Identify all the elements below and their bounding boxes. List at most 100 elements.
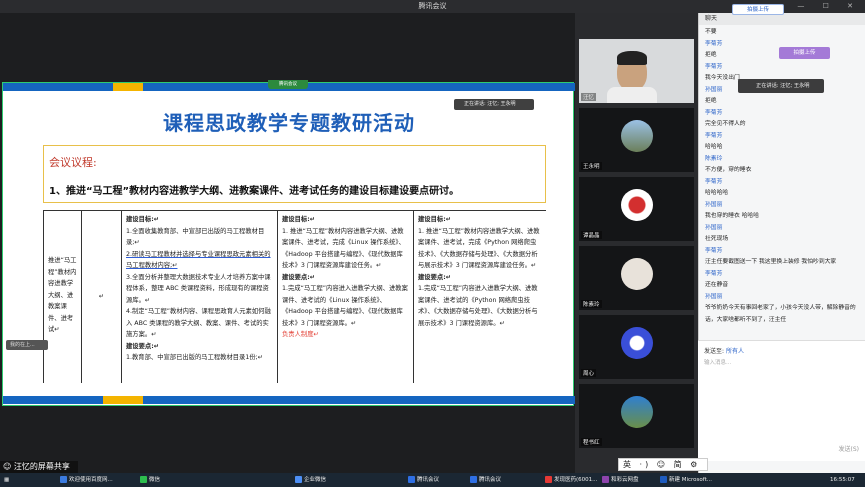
participant-name: 程书红	[581, 438, 602, 446]
chat-compose: 发送至: 所有人 输入消息... 发送(S)	[698, 340, 865, 461]
taskbar-item[interactable]: 微信	[140, 473, 160, 487]
taskbar-item[interactable]: 企业微信	[295, 473, 326, 487]
stage2-owner: 负责人制度↵	[282, 331, 319, 338]
word-icon	[660, 476, 667, 483]
chat-message: 社死现场	[705, 236, 729, 242]
slide-stripe-blue-2	[143, 83, 575, 91]
video-tile[interactable]: 汪忆	[579, 39, 694, 103]
video-tile[interactable]: 王永明	[579, 108, 694, 172]
send-to-value[interactable]: 所有人	[726, 348, 744, 355]
chat-sender: 李菊芳	[705, 178, 723, 185]
chat-message: 不方便，穿的睡衣	[705, 167, 752, 173]
chat-input[interactable]: 输入消息...	[704, 358, 731, 366]
share-label-text: 汪忆的屏幕共享	[13, 462, 70, 471]
video-tile[interactable]: 陈素玲	[579, 246, 694, 310]
chat-sender: 李菊芳	[705, 270, 723, 277]
participant-shirt	[607, 87, 657, 103]
browser-icon	[60, 476, 67, 483]
taskbar-item-label: 企业微信	[304, 477, 327, 483]
avatar	[621, 258, 653, 290]
taskbar-item[interactable]: 和彩云网盘	[602, 473, 639, 487]
participant-hair	[617, 51, 647, 65]
chat-sender: 李菊芳	[705, 109, 723, 116]
stage2-points-heading: 建设要点:↵	[282, 273, 315, 281]
chat-message: 爷爷奶奶今天有事回老家了，小孩今天没人带，解除静音的话，大家啥都听不到了，汪主任	[705, 305, 856, 323]
window-controls[interactable]: — ☐ ✕	[797, 0, 861, 13]
taskbar-item[interactable]: 欢迎使用百度网...	[60, 473, 113, 487]
chat-message: 哈哈哈	[705, 144, 723, 150]
participant-name: 谭晶晶	[581, 231, 602, 239]
stage1-point-1: 1.教育部、中宣部已出版的马工程教材目录1份;↵	[126, 354, 264, 361]
chat-message: 还在静音	[705, 282, 729, 288]
send-to-row[interactable]: 发送至: 所有人	[704, 346, 744, 355]
stage1-goal-2: 2.研读马工程教材并选择与专业课程思政元素相关的马工程教材内容;↵	[126, 250, 271, 270]
chat-sender: 李菊芳	[705, 132, 723, 139]
taskbar-item-label: 腾讯会议	[479, 477, 502, 483]
meeting-icon	[408, 476, 415, 483]
upload-button[interactable]: 拍摄上传	[779, 47, 830, 59]
start-button[interactable]: ▦	[4, 473, 9, 487]
chat-sender: 孙国丽	[705, 224, 723, 231]
slide-stripe-blue	[3, 83, 113, 91]
plan-table: 推进“马工程”教材内容进教学大纲、进教案课件、进考试↵ ↵ 建设目标:↵ 1.全…	[43, 210, 546, 383]
video-tile[interactable]: 程书红	[579, 384, 694, 448]
taskbar-item[interactable]: 新建 Microsoft...	[660, 473, 712, 487]
meeting-float-tab[interactable]: 腾讯会议	[268, 80, 308, 89]
table-cell-topic: 推进“马工程”教材内容进教学大纲、进教案课件、进考试↵	[43, 211, 81, 383]
taskbar-item-label: 新建 Microsoft...	[669, 477, 713, 483]
slide-bottom-stripe-yellow	[103, 396, 143, 404]
taskbar-item[interactable]: 腾讯会议	[408, 473, 439, 487]
chat-sender: 孙国丽	[705, 293, 723, 300]
speaking-tooltip: 正在讲话: 汪忆; 王永明	[738, 79, 824, 93]
chat-sender: 陈素玲	[705, 155, 723, 162]
table-cell-stage3: 建设目标:↵ 1. 推进“马工程”教材内容进教学大纲、进教案课件、进考试，完成《…	[413, 211, 546, 383]
chat-message: 完全见不得人的	[705, 121, 746, 127]
slide-bottom-stripe-blue	[3, 396, 103, 404]
slide-title: 课程思政教学专题教研活动	[163, 111, 415, 135]
slide-bottom-stripe-blue-2	[143, 396, 575, 404]
person-icon: ☺	[3, 462, 14, 471]
participant-name: 汪忆	[581, 93, 597, 101]
send-button[interactable]: 发送(S)	[839, 444, 860, 453]
avatar	[621, 396, 653, 428]
taskbar-item-label: 发现医药(6001...	[554, 477, 598, 483]
chat-message-list[interactable]: 不要 李菊芳 拒绝 李菊芳 我今天没出门 孙国丽 拒绝 李菊芳 完全见不得人的 李菊芳 哈哈哈 陈素玲…	[699, 27, 859, 345]
video-tile[interactable]: 周心	[579, 315, 694, 379]
toolbar-strip	[0, 13, 575, 27]
upload-button-top[interactable]: 拍摄上传	[732, 4, 784, 15]
speaking-indicator: 正在讲话: 汪忆; 王永明	[454, 99, 534, 110]
chat-title: 聊天	[705, 15, 718, 22]
taskbar: ▦ 欢迎使用百度网... 微信 企业微信 腾讯会议 腾讯会议 发现医药(6001…	[0, 473, 865, 487]
participant-name: 周心	[581, 369, 597, 377]
stage3-point-1: 1.完成“马工程”内容进入进教学大纲、进教案课件、进考试的《Python 网络爬…	[418, 285, 538, 327]
shared-slide: 课程思政教学专题教研活动 会议议程: 1、推进“马工程”教材内容进教学大纲、进教…	[2, 82, 575, 406]
video-tile[interactable]: 谭晶晶	[579, 177, 694, 241]
stage3-goal-1: 1. 推进“马工程”教材内容进教学大纲、进教案课件、进考试，完成《Python …	[418, 227, 540, 270]
taskbar-item[interactable]: 发现医药(6001...	[545, 473, 597, 487]
table-cell-stage1: 建设目标:↵ 1.全面收集教育部、中宣部已出版的马工程教材目录;↵ 2.研读马工…	[121, 211, 277, 383]
avatar	[621, 327, 653, 359]
taskbar-item-label: 微信	[149, 477, 161, 483]
chat-message: 哈哈哈哈	[705, 190, 729, 196]
avatar	[621, 189, 653, 221]
stage1-goal-heading: 建设目标:↵	[126, 216, 159, 223]
cloud-icon	[602, 476, 609, 483]
stage3-goal-heading: 建设目标:↵	[418, 216, 451, 223]
mini-status-pill[interactable]: 我的在上...	[6, 340, 48, 350]
screen-share-label: ☺ 汪忆的屏幕共享	[0, 461, 78, 473]
stage2-goal-heading: 建设目标:↵	[282, 216, 315, 223]
taskbar-clock[interactable]: 16:55:07	[830, 473, 855, 487]
ime-toolbar[interactable]: 英 ·) ☺ 简 ⚙	[618, 458, 708, 471]
stage1-goal-4: 4.制定“马工程”教材内容、课程思政育人元素如何融入 ABC 类课程的教学大纲、…	[126, 308, 271, 338]
agenda-box: 会议议程: 1、推进“马工程”教材内容进教学大纲、进教案课件、进考试任务的建设目…	[43, 145, 546, 203]
stage2-point-1: 1.完成“马工程”内容进入进教学大纲、进教案课件、进考试的《Linux 操作系统…	[282, 285, 408, 327]
participant-name: 王永明	[581, 162, 602, 170]
chat-message: 我也穿的睡衣 哈哈哈	[705, 213, 760, 219]
stage1-goal-3: 3.全面分析并整理大数据技术专业人才培养方案中课程体系，整理 ABC 类课程资料…	[126, 273, 271, 304]
send-to-label: 发送至:	[704, 348, 725, 355]
chat-message: 拒绝	[705, 98, 717, 104]
taskbar-item[interactable]: 腾讯会议	[470, 473, 501, 487]
taskbar-item-label: 腾讯会议	[417, 477, 440, 483]
stage1-goal-1: 1.全面收集教育部、中宣部已出版的马工程教材目录;↵	[126, 227, 265, 247]
stock-icon	[545, 476, 552, 483]
